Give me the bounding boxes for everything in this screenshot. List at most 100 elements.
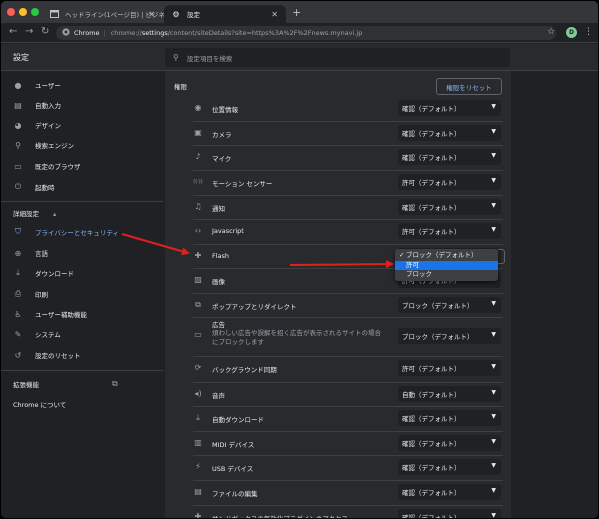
sidebar-item-startup[interactable]: ⏻ 起動時 [1,177,163,197]
new-tab-button[interactable]: + [292,7,301,18]
permission-row: ⟳ バックグラウンド同期 許可（デフォルト） ▼ [165,356,511,380]
dropdown-option-label: ブロック [406,270,432,278]
dropdown-option[interactable]: ブロック [395,270,498,280]
sidebar-item-language[interactable]: ⊕ 言語 [1,243,163,263]
sidebar-item-search-engine[interactable]: ⚲ 検索エンジン [1,135,163,155]
dropdown-arrow-icon: ▼ [491,512,496,518]
url-path-bold: settings [141,29,168,37]
sidebar-item-accessibility[interactable]: ♿ ユーザー補助機能 [1,304,163,324]
tab-headline[interactable]: ヘッドライン(1ページ目) | ビジネ ✕ [43,5,165,23]
permission-select-value: 確認（デフォルト） [402,105,461,113]
permission-select[interactable]: 確認（デフォルト） ▼ [398,199,501,215]
permission-label: 自動ダウンロード [212,416,264,424]
sidebar-item-reset[interactable]: ↺ 設定のリセット [1,345,163,365]
address-bar[interactable]: Chrome | chrome://settings/content/siteD… [56,26,556,40]
toolbar: ← → ↻ Chrome | chrome://settings/content… [1,23,598,43]
reload-button[interactable]: ↻ [41,26,49,38]
permission-select[interactable]: 確認（デフォルト） ▼ [398,435,501,451]
dropdown-arrow-icon: ▼ [491,331,496,338]
permission-label: 画像 [212,278,225,286]
back-button[interactable]: ← [9,26,17,38]
close-window-button[interactable] [7,8,15,16]
permission-select[interactable]: 確認（デフォルト） ▼ [398,459,501,475]
permission-select-value: 確認（デフォルト） [402,130,461,138]
sidebar-item-autofill[interactable]: ▤ 自動入力 [1,95,163,115]
bookmark-star-icon[interactable]: ☆ [547,27,555,37]
minimize-window-button[interactable] [19,8,27,16]
sidebar-item-design[interactable]: ◕ デザイン [1,115,163,135]
permission-select[interactable]: 確認（デフォルト） ▼ [398,484,501,500]
download-icon: ⤓ [16,268,20,277]
close-icon[interactable]: ✕ [271,10,278,19]
reset-permissions-button[interactable]: 権限をリセット [436,78,502,95]
sidebar-item-system[interactable]: ✎ システム [1,324,163,344]
sidebar-item-users[interactable]: ● ユーザー [1,75,163,95]
sidebar-item-download[interactable]: ⤓ ダウンロード [1,263,163,283]
permission-select-value: 確認（デフォルト） [402,440,461,448]
sidebar-item-default-browser[interactable]: ▭ 既定のブラウザ [1,156,163,176]
permission-label: 位置情報 [212,106,238,114]
url-scheme-label: Chrome [74,29,100,37]
sidebar-item-label: Chrome について [13,401,67,409]
row-divider [193,145,503,146]
dropdown-arrow-icon: ▼ [491,152,496,159]
autofill-icon: ▤ [14,100,22,110]
tab-title: 設定 [187,11,200,19]
external-link-icon: ⧉ [112,379,118,388]
sidebar-divider [1,370,163,371]
more-menu-icon[interactable]: ⋮ [584,27,593,37]
permission-select[interactable]: 確認（デフォルト） ▼ [398,509,501,518]
permission-select[interactable]: ブロック（デフォルト） ▼ [398,297,501,313]
sidebar-item-print[interactable]: ⎙ 印刷 [1,284,163,304]
power-icon: ⏻ [14,182,22,191]
dropdown-arrow-icon: ▼ [491,363,496,370]
permission-row: ▤ ファイルの編集 確認（デフォルト） ▼ [165,480,511,504]
sidebar-advanced-toggle[interactable]: 詳細設定 ▴ [13,208,56,218]
browser-icon: ▭ [14,161,22,171]
sidebar-divider [1,201,163,202]
permission-select[interactable]: 確認（デフォルト） ▼ [398,149,501,165]
file-icon: ▤ [194,487,202,496]
forward-button[interactable]: → [25,26,33,38]
search-input[interactable]: ⚲ 設定項目を検索 [165,48,510,67]
permission-select-value: ブロック（デフォルト） [402,302,474,310]
dropdown-arrow-icon: ▼ [491,487,496,494]
download-icon: ⤓ [196,413,200,422]
bell-icon: ♫ [194,202,202,211]
permission-select[interactable]: 許可（デフォルト） ▼ [398,174,501,190]
maximize-window-button[interactable] [31,8,39,16]
right-gutter [511,71,598,518]
permission-select[interactable]: 自動（デフォルト） ▼ [398,386,501,402]
close-icon[interactable]: ✕ [148,10,155,19]
dropdown-option-label: ブロック（デフォルト） [406,251,478,259]
sidebar-item-about-chrome[interactable]: Chrome について [1,394,163,414]
permission-select-value: 確認（デフォルト） [402,489,461,497]
sidebar-item-label: 自動入力 [35,102,61,110]
sidebar-item-label: 拡張機能 [13,381,39,389]
permission-label: ファイルの編集 [212,490,258,498]
permission-row: ((·)) モーション センサー 許可（デフォルト） ▼ [165,170,511,194]
row-divider [193,244,503,245]
title-bar: ヘッドライン(1ページ目) | ビジネ ✕ ⚙ 設定 ✕ + [1,1,598,23]
permission-select-value: 許可（デフォルト） [402,179,461,187]
permission-select[interactable]: 許可（デフォルト） ▼ [398,360,501,376]
permission-select[interactable]: 確認（デフォルト） ▼ [398,410,501,426]
permission-label: Javascript [212,227,244,235]
sync-icon: ⟳ [194,363,202,372]
dropdown-option[interactable]: 許可 [395,260,498,270]
permission-description: にブロックします [212,338,264,346]
sidebar-item-privacy-security[interactable]: ⛉ プライバシーとセキュリティ [1,222,163,242]
dropdown-arrow-icon: ▼ [491,226,496,233]
permission-select[interactable]: 許可（デフォルト） ▼ [398,223,501,239]
sidebar-item-extensions[interactable]: 拡張機能 [1,374,163,394]
dropdown-option[interactable]: ✓ ブロック（デフォルト） [395,251,498,261]
avatar[interactable]: D [566,27,577,38]
permission-row: ♪ マイク 確認（デフォルト） ▼ [165,145,511,169]
permission-select[interactable]: 確認（デフォルト） ▼ [398,100,501,116]
permission-select[interactable]: 確認（デフォルト） ▼ [398,125,501,141]
palette-icon: ◕ [14,120,22,130]
page-icon [50,10,59,19]
tab-settings[interactable]: ⚙ 設定 ✕ [164,5,286,23]
permission-select[interactable]: ブロック（デフォルト） ▼ [398,328,501,344]
permission-row: ◉ 位置情報 確認（デフォルト） ▼ [165,96,511,120]
